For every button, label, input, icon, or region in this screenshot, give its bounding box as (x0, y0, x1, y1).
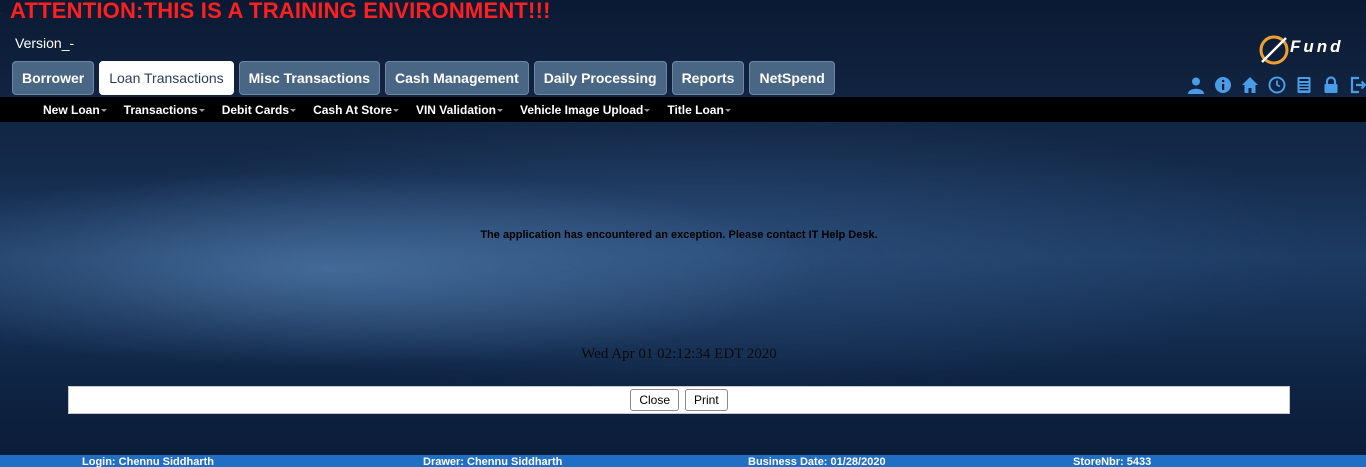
subnav-cash-at-store[interactable]: Cash At Store (313, 103, 399, 117)
subnav-label: New Loan (43, 102, 100, 117)
tab-misc-transactions[interactable]: Misc Transactions (238, 61, 381, 95)
subnav-vehicle-image-upload[interactable]: Vehicle Image Upload (519, 102, 651, 117)
business-date: Business Date: 01/28/2020 (748, 456, 886, 467)
tab-cash-management[interactable]: Cash Management (385, 61, 529, 95)
subnav-label: Cash At Store (313, 102, 392, 117)
svg-text:Fund: Fund (1290, 37, 1344, 56)
qfund-logo: Fund (1259, 35, 1344, 65)
print-button[interactable]: Print (685, 389, 728, 411)
clock-icon[interactable] (1267, 75, 1287, 95)
drawer-info: Drawer: Chennu Siddharth (423, 456, 563, 467)
subnav-label: Debit Cards (221, 102, 290, 117)
main-tabs: Borrower Loan Transactions Misc Transact… (12, 61, 835, 95)
caret-down-icon (290, 108, 297, 112)
subnav-title-loan[interactable]: Title Loan (667, 102, 731, 117)
caret-down-icon (644, 108, 651, 112)
caret-down-icon (392, 108, 399, 112)
subnav-label: Vehicle Image Upload (519, 102, 644, 117)
tab-loan-transactions[interactable]: Loan Transactions (99, 61, 234, 95)
login-info: Login: Chennu Siddharth (82, 456, 214, 467)
subnav-transactions[interactable]: Transactions (124, 103, 205, 117)
close-button[interactable]: Close (630, 389, 679, 411)
subnav-new-loan[interactable]: New Loan (43, 103, 107, 117)
info-icon[interactable] (1213, 75, 1233, 95)
server-datetime: Wed Apr 01 02:12:34 EDT 2020 (581, 346, 777, 362)
calculator-icon[interactable] (1294, 75, 1314, 95)
tab-reports[interactable]: Reports (671, 61, 745, 95)
error-message: The application has encountered an excep… (480, 229, 878, 241)
toolbar-icons (1186, 75, 1366, 95)
subnav-label: Transactions (123, 102, 198, 117)
status-footer: Login: Chennu Siddharth Drawer: Chennu S… (0, 455, 1366, 467)
tab-netspend[interactable]: NetSpend (749, 61, 835, 95)
caret-down-icon (198, 108, 205, 112)
subnav-debit-cards[interactable]: Debit Cards (221, 102, 297, 117)
subnav-label: Title Loan (667, 102, 724, 117)
action-bar: Close Print (68, 386, 1290, 414)
caret-down-icon (496, 108, 503, 112)
tab-borrower[interactable]: Borrower (12, 61, 95, 95)
user-icon[interactable] (1186, 75, 1206, 95)
tab-daily-processing[interactable]: Daily Processing (533, 61, 667, 95)
caret-down-icon (100, 108, 107, 112)
version-label: Version_- (15, 35, 75, 51)
training-banner: ATTENTION:THIS IS A TRAINING ENVIRONMENT… (10, 0, 551, 23)
home-icon[interactable] (1240, 75, 1260, 95)
subnav-label: VIN Validation (415, 102, 496, 117)
subnav-vin-validation[interactable]: VIN Validation (416, 103, 503, 117)
caret-down-icon (724, 108, 731, 112)
store-number: StoreNbr: 5433 (1073, 456, 1152, 467)
logout-icon[interactable] (1348, 75, 1366, 95)
lock-icon[interactable] (1321, 75, 1341, 95)
sub-navigation: New Loan Transactions Debit Cards Cash A… (0, 97, 1366, 122)
